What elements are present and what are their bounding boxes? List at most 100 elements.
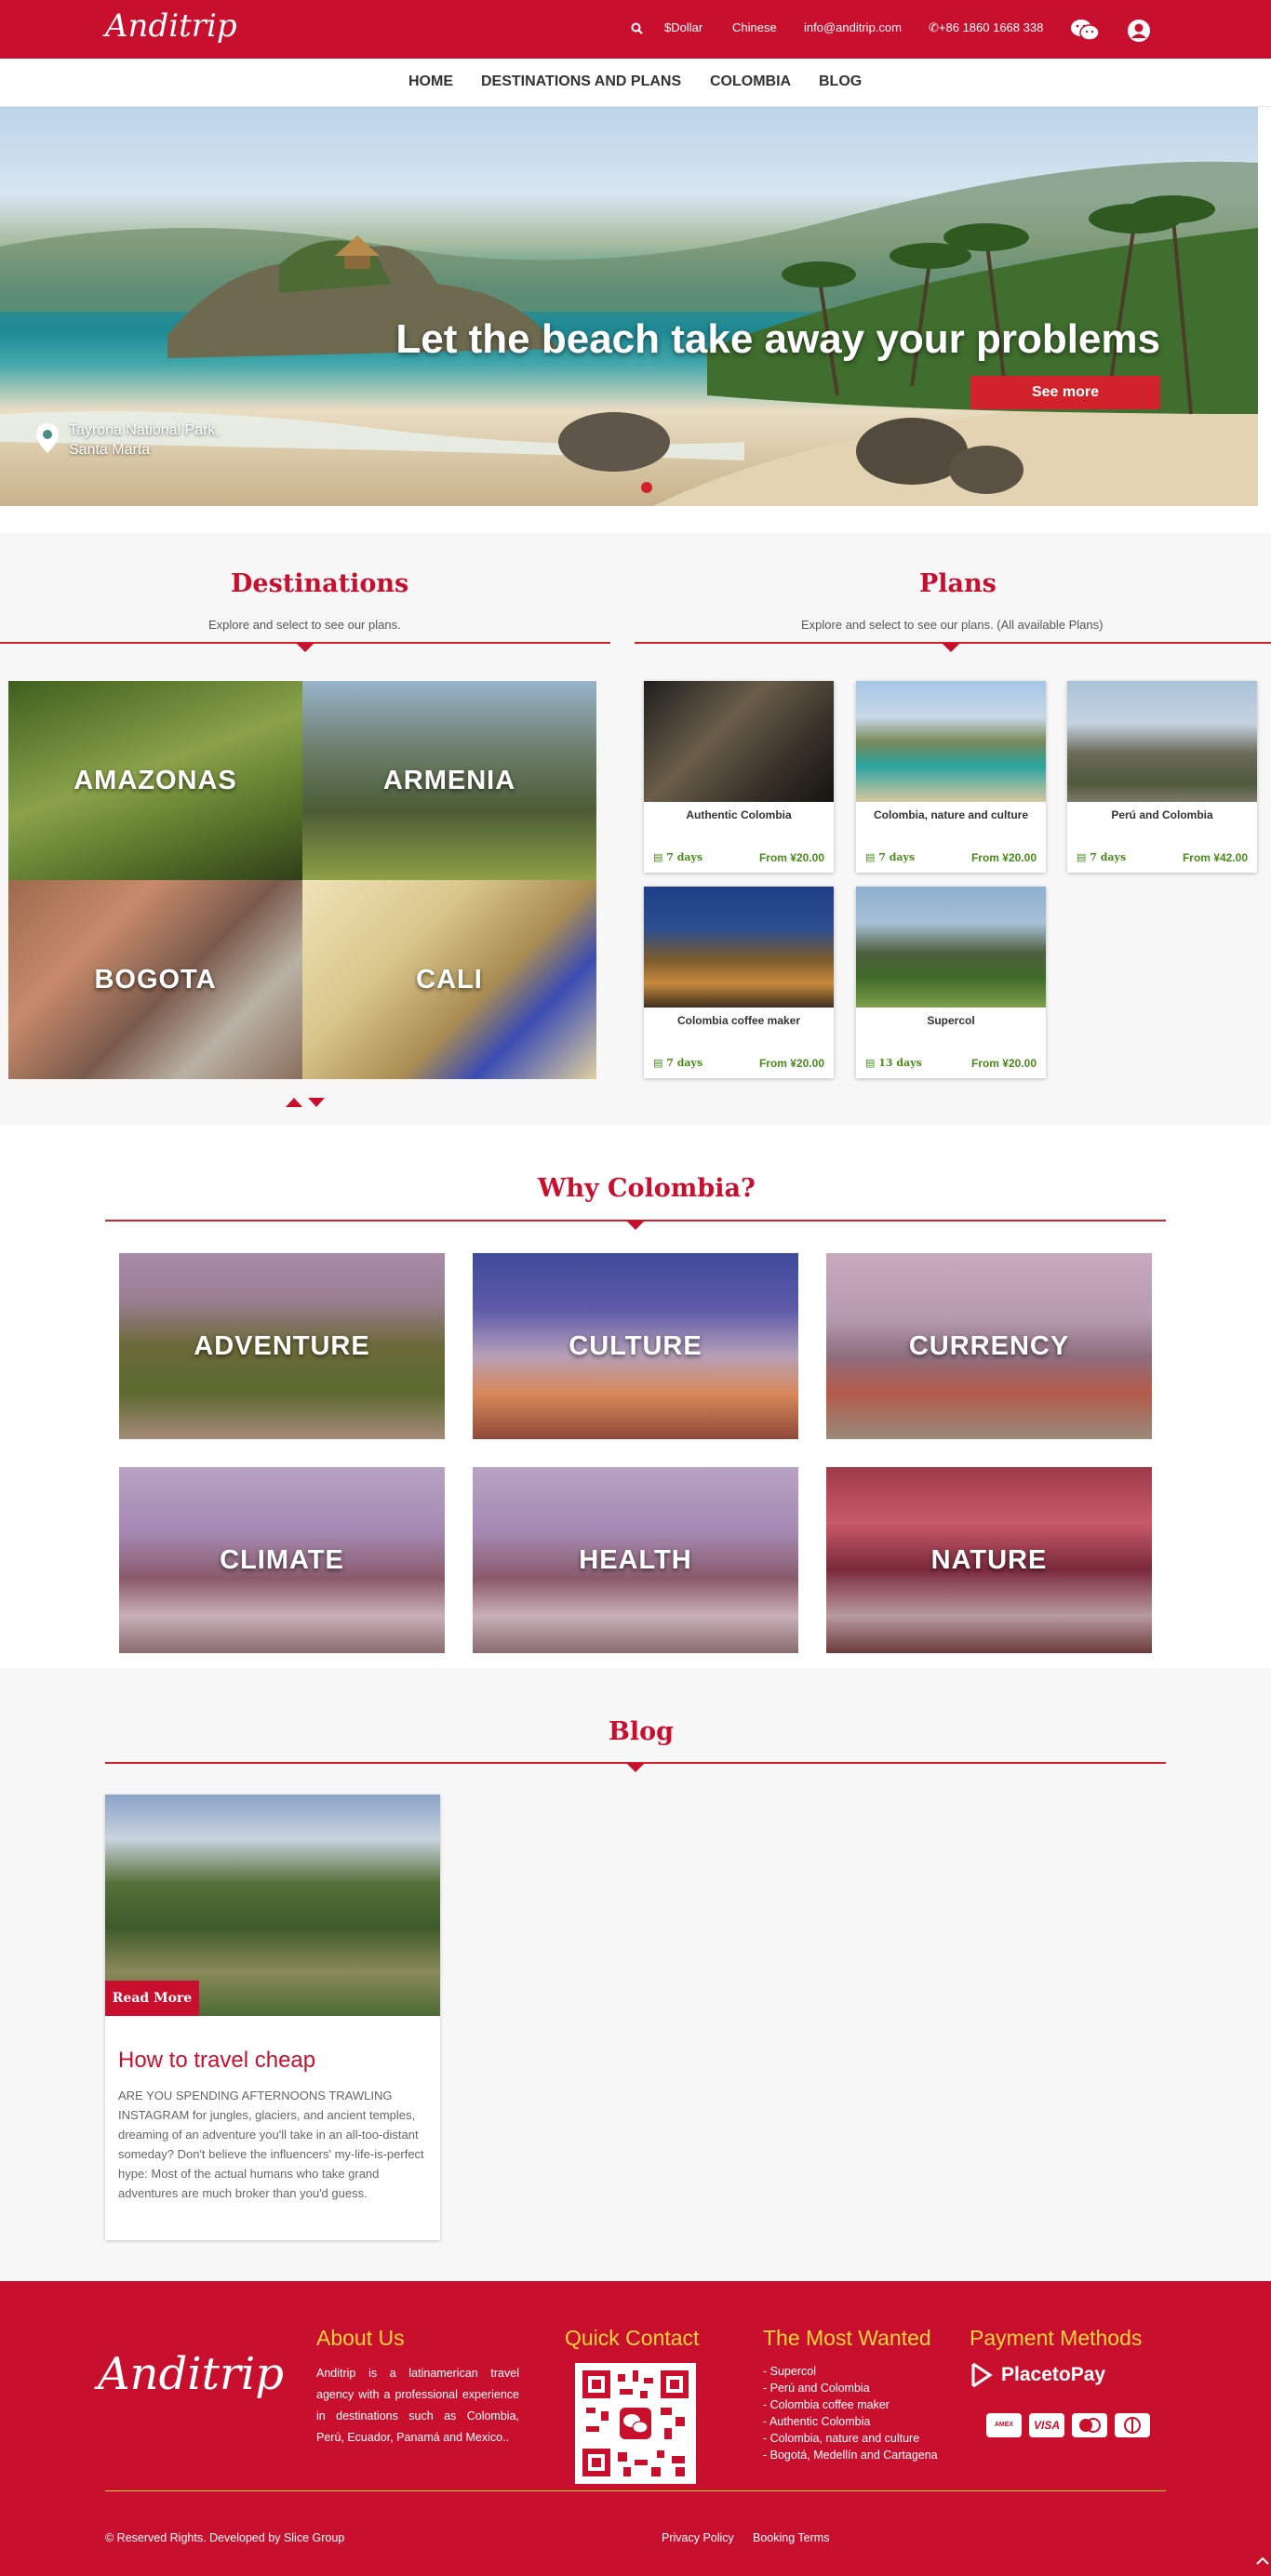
plan-image: [856, 681, 1046, 802]
plan-card[interactable]: Authentic Colombia ▤ 7 days From ¥20.00: [644, 681, 834, 873]
blog-post-excerpt: ARE YOU SPENDING AFTERNOONS TRAWLING INS…: [118, 2089, 424, 2200]
plan-image: [644, 681, 834, 802]
visa-icon: VISA: [1029, 2413, 1064, 2437]
why-title: Why Colombia?: [538, 1174, 756, 1203]
map-pin-icon: [35, 422, 60, 454]
destinations-subtitle: Explore and select to see our plans.: [208, 618, 401, 632]
top-bar: Anditrip $Dollar Chinese info@anditrip.c…: [0, 0, 1271, 59]
wanted-item-supercol[interactable]: - Supercol: [763, 2363, 938, 2380]
footer-contact-title: Quick Contact: [565, 2326, 700, 2350]
slider-dot-active[interactable]: [641, 482, 652, 493]
plan-days: ▤ 7 days: [1077, 851, 1126, 863]
calendar-icon: ▤: [865, 1057, 876, 1069]
blog-title: Blog: [609, 1717, 674, 1746]
amex-icon: AMEX: [986, 2413, 1022, 2437]
destination-label: AMAZONAS: [74, 765, 237, 795]
footer-divider: [105, 2490, 1166, 2491]
phone-link[interactable]: ✆+86 1860 1668 338: [929, 20, 1043, 35]
why-currency[interactable]: CURRENCY: [826, 1253, 1152, 1439]
blog-divider-arrow: [626, 1763, 645, 1772]
plan-days: ▤ 7 days: [653, 1057, 702, 1069]
plan-card[interactable]: Supercol ▤ 13 days From ¥20.00: [856, 887, 1046, 1078]
nav-blog[interactable]: BLOG: [819, 73, 862, 90]
plan-card[interactable]: Colombia, nature and culture ▤ 7 days Fr…: [856, 681, 1046, 873]
destination-label: ARMENIA: [382, 765, 516, 795]
diners-icon: [1115, 2413, 1150, 2437]
blog-card[interactable]: How to travel cheap ARE YOU SPENDING AFT…: [105, 1795, 440, 2240]
privacy-policy-link[interactable]: Privacy Policy: [662, 2531, 734, 2544]
footer-logo: Anditrip: [98, 2348, 284, 2400]
copyright-text: © Reserved Rights. Developed by Slice Gr…: [105, 2531, 345, 2544]
wechat-icon[interactable]: [1070, 19, 1100, 41]
footer-wanted-list: - Supercol - Perú and Colombia - Colombi…: [763, 2363, 938, 2463]
nav-home[interactable]: HOME: [408, 73, 453, 90]
destination-bogota[interactable]: BOGOTA: [8, 880, 302, 1079]
plan-name: Perú and Colombia: [1111, 808, 1213, 821]
blog-post-title[interactable]: How to travel cheap: [118, 2048, 315, 2074]
site-logo[interactable]: Anditrip: [105, 7, 237, 45]
placetopay-logo: PlacetoPay: [970, 2360, 1105, 2390]
read-more-button[interactable]: Read More: [105, 1981, 199, 2016]
why-label: CURRENCY: [908, 1330, 1070, 1361]
plan-card[interactable]: Perú and Colombia ▤ 7 days From ¥42.00: [1067, 681, 1257, 873]
why-adventure[interactable]: ADVENTURE: [119, 1253, 445, 1439]
destination-armenia[interactable]: ARMENIA: [302, 681, 596, 880]
search-icon[interactable]: [631, 22, 643, 34]
currency-selector[interactable]: $Dollar: [664, 20, 702, 34]
hero-location-line1: Tayrona National Park,: [69, 422, 220, 438]
why-culture[interactable]: CULTURE: [473, 1253, 798, 1439]
hero-location-line2: Santa Marta: [69, 442, 151, 458]
calendar-icon: ▤: [653, 851, 663, 863]
user-icon[interactable]: [1127, 19, 1151, 43]
plans-divider-arrow: [942, 643, 960, 652]
plan-price: From ¥20.00: [970, 851, 1037, 864]
wanted-item-coffee-maker[interactable]: - Colombia coffee maker: [763, 2396, 938, 2413]
nav-destinations-and-plans[interactable]: DESTINATIONS AND PLANS: [481, 73, 681, 90]
destinations-title: Destinations: [231, 569, 409, 598]
why-nature[interactable]: NATURE: [826, 1467, 1152, 1653]
why-divider-arrow: [626, 1221, 645, 1230]
footer-about-text: Anditrip is a latinamerican travel agenc…: [316, 2367, 519, 2444]
plan-name: Colombia coffee maker: [676, 1014, 801, 1027]
destination-amazonas[interactable]: AMAZONAS: [8, 681, 302, 880]
plan-name: Supercol: [927, 1014, 975, 1027]
why-health[interactable]: HEALTH: [473, 1467, 798, 1653]
plans-subtitle: Explore and select to see our plans. (Al…: [801, 618, 1104, 632]
plan-card[interactable]: Colombia coffee maker ▤ 7 days From ¥20.…: [644, 887, 834, 1078]
wanted-item-bogota[interactable]: - Bogotá, Medellín and Cartagena: [763, 2447, 938, 2463]
why-label: CULTURE: [569, 1330, 702, 1361]
plan-days-value: 7 days: [878, 851, 916, 863]
plans-title: Plans: [919, 569, 997, 598]
destination-cali[interactable]: CALI: [302, 880, 596, 1079]
plan-image: [644, 887, 834, 1008]
email-link[interactable]: info@anditrip.com: [804, 20, 902, 34]
footer-about-title: About Us: [316, 2326, 405, 2350]
calendar-icon: ▤: [865, 851, 876, 863]
why-label: NATURE: [930, 1544, 1048, 1575]
destinations-divider-arrow: [296, 643, 314, 652]
nav-colombia[interactable]: COLOMBIA: [710, 73, 791, 90]
scroll-top-icon[interactable]: [1256, 2556, 1269, 2565]
arrow-up-icon[interactable]: [286, 1098, 302, 1107]
wanted-item-peru-colombia[interactable]: - Perú and Colombia: [763, 2380, 938, 2396]
see-more-button[interactable]: See more: [970, 376, 1160, 409]
hero-title: Let the beach take away your problems: [395, 316, 1160, 362]
plan-days: ▤ 13 days: [865, 1057, 922, 1069]
language-selector[interactable]: Chinese: [732, 20, 777, 34]
why-label: HEALTH: [579, 1544, 692, 1575]
plan-image: [856, 887, 1046, 1008]
why-climate[interactable]: CLIMATE: [119, 1467, 445, 1653]
destination-label: BOGOTA: [94, 964, 217, 994]
plan-price: From ¥20.00: [758, 851, 824, 864]
plan-days-value: 7 days: [1090, 851, 1127, 863]
why-label: CLIMATE: [220, 1544, 344, 1575]
wanted-item-authentic[interactable]: - Authentic Colombia: [763, 2413, 938, 2430]
booking-terms-link[interactable]: Booking Terms: [753, 2531, 829, 2544]
plan-price: From ¥42.00: [1182, 851, 1248, 864]
plan-name: Authentic Colombia: [686, 808, 792, 821]
footer-wanted-title: The Most Wanted: [763, 2326, 931, 2350]
arrow-down-icon[interactable]: [308, 1098, 325, 1107]
wanted-item-nature-culture[interactable]: - Colombia, nature and culture: [763, 2430, 938, 2447]
plan-days-value: 7 days: [666, 851, 703, 863]
plan-name: Colombia, nature and culture: [873, 808, 1029, 821]
